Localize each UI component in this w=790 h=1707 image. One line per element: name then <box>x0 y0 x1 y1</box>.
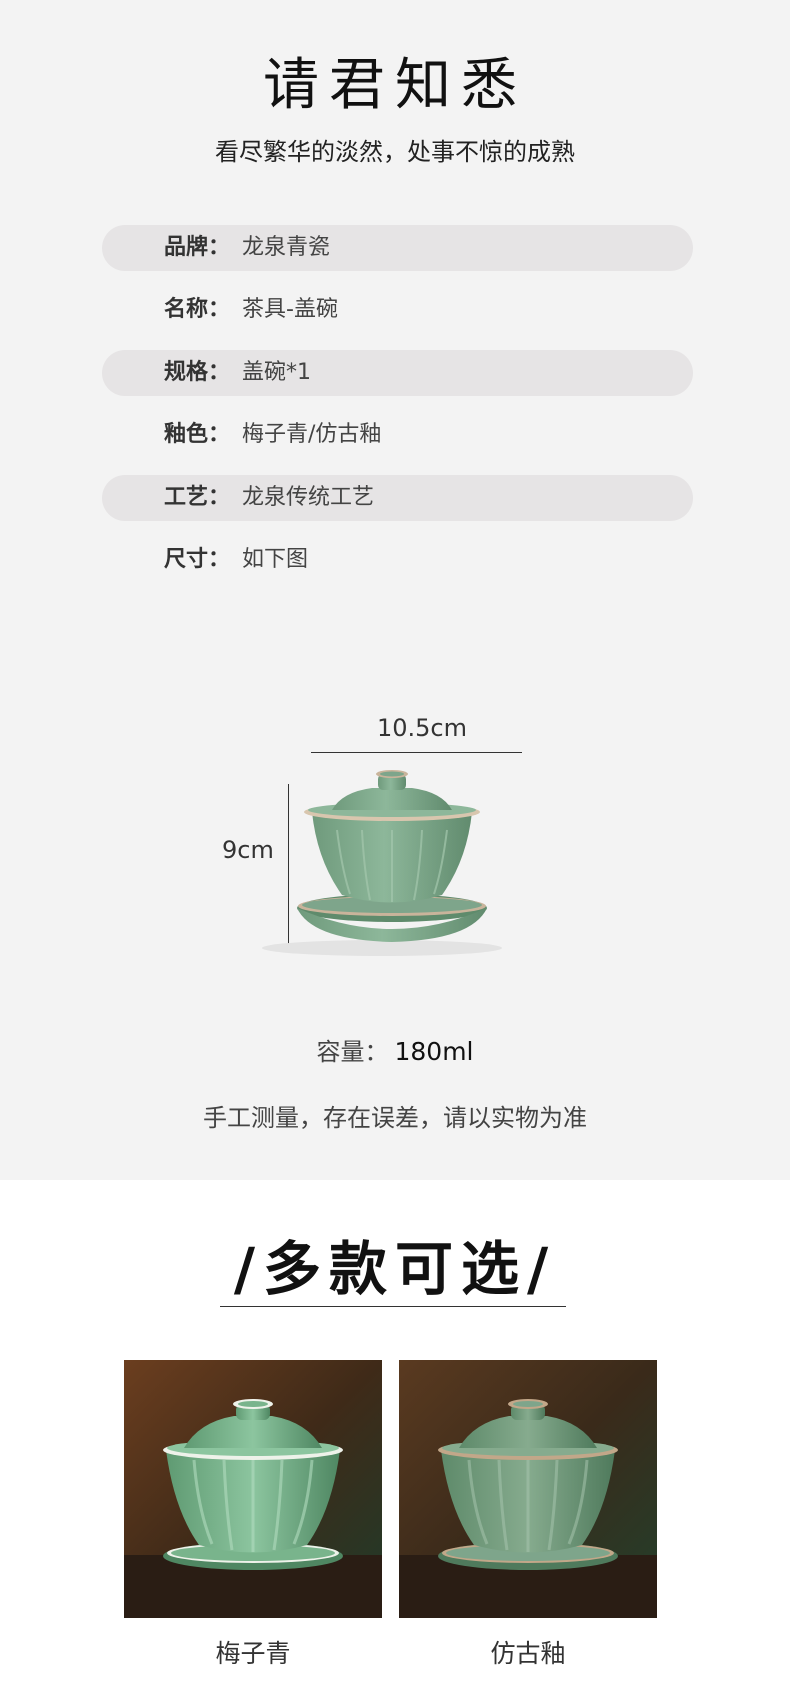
spec-row-size: 尺寸： 如下图 <box>102 537 693 583</box>
spec-value: 龙泉青瓷 <box>242 235 331 260</box>
variant-name: 仿古釉 <box>490 1639 566 1668</box>
spec-value: 如下图 <box>242 547 309 572</box>
measurement-note: 手工测量，存在误差，请以实物为准 <box>203 1104 587 1132</box>
variant-name: 梅子青 <box>215 1639 291 1668</box>
variants-section-title: /多款可选/ <box>233 1235 557 1303</box>
page-subtitle: 看尽繁华的淡然，处事不惊的成熟 <box>215 138 575 166</box>
spec-label: 规格： <box>164 360 231 385</box>
spec-row-name: 名称： 茶具-盖碗 <box>102 287 693 333</box>
page-title: 请君知悉 <box>263 53 527 118</box>
width-dimension-label: 10.5cm <box>376 714 467 742</box>
spec-label: 尺寸： <box>164 547 231 572</box>
variant-image-meiziqing[interactable] <box>124 1360 382 1618</box>
variant-image-fangguyou[interactable] <box>399 1360 657 1618</box>
spec-row-brand: 品牌： 龙泉青瓷 <box>102 225 693 271</box>
spec-value: 茶具-盖碗 <box>242 297 338 322</box>
section-divider <box>220 1306 566 1307</box>
spec-label: 工艺： <box>164 485 231 510</box>
capacity-line: 容量： 180ml <box>0 1032 790 1067</box>
width-dimension-line <box>311 752 522 753</box>
spec-value: 盖碗*1 <box>242 360 311 385</box>
gaiwan-illustration <box>262 770 502 956</box>
spec-label: 品牌： <box>164 235 231 260</box>
spec-value: 梅子青/仿古釉 <box>242 422 382 447</box>
spec-value: 龙泉传统工艺 <box>242 485 375 510</box>
gaiwan-photo <box>399 1360 657 1618</box>
spec-row-craft: 工艺： 龙泉传统工艺 <box>102 475 693 521</box>
spec-label: 名称： <box>164 297 231 322</box>
gaiwan-photo <box>124 1360 382 1618</box>
capacity-label: 容量： <box>316 1038 389 1066</box>
capacity-value: 180ml <box>394 1037 474 1066</box>
spec-section-background <box>0 0 790 1180</box>
spec-label: 釉色： <box>164 422 231 447</box>
spec-row-glaze: 釉色： 梅子青/仿古釉 <box>102 412 693 458</box>
spec-row-spec: 规格： 盖碗*1 <box>102 350 693 396</box>
